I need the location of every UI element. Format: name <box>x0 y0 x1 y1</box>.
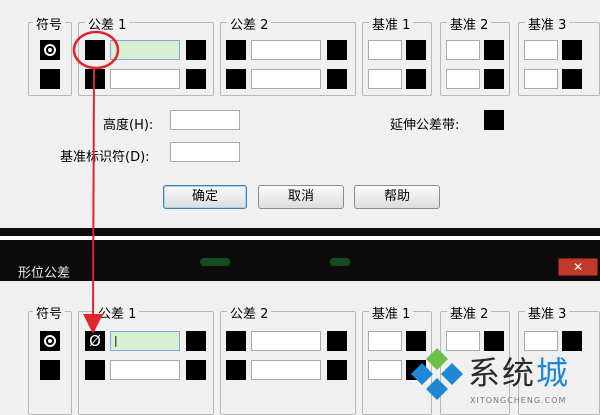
tolerance2-value-input-2[interactable] <box>251 360 321 380</box>
symbol-button-2[interactable] <box>40 360 60 380</box>
tolerance1-diameter-button-1[interactable] <box>85 40 105 60</box>
watermark: 系统城 XITONGCHENG.COM <box>400 340 600 415</box>
datum2-material-button-1[interactable] <box>484 40 504 60</box>
tolerance2-diameter-button-2[interactable] <box>226 360 246 380</box>
tolerance1-group-label: 公差 1 <box>95 303 140 322</box>
tolerance2-material-button-1[interactable] <box>327 331 347 351</box>
datum3-material-button-1[interactable] <box>562 40 582 60</box>
projected-zone-button[interactable] <box>484 110 504 130</box>
tolerance2-diameter-button-1[interactable] <box>226 331 246 351</box>
tolerance1-diameter-button-2[interactable] <box>85 69 105 89</box>
tolerance1-value-input-2[interactable] <box>110 69 180 89</box>
datum3-material-button-2[interactable] <box>562 69 582 89</box>
datum1-group-label: 基准 1 <box>369 303 414 322</box>
datum2-group-label: 基准 2 <box>447 303 492 322</box>
datum1-material-button-1[interactable] <box>406 40 426 60</box>
tolerance2-material-button-2[interactable] <box>327 360 347 380</box>
ok-button[interactable]: 确定 <box>163 185 247 209</box>
datum2-input-2[interactable] <box>446 69 480 89</box>
datum2-input-1[interactable] <box>446 40 480 60</box>
diamond-logo-icon <box>411 348 463 400</box>
symbol-button-1[interactable] <box>40 331 60 351</box>
tolerance1-value-input-1[interactable]: | <box>110 331 180 351</box>
close-icon[interactable]: ✕ <box>558 258 598 276</box>
tolerance1-material-button-1[interactable] <box>186 40 206 60</box>
projected-zone-label: 延伸公差带: <box>390 118 460 133</box>
window-title: 形位公差 <box>18 266 71 281</box>
height-label: 高度(H): <box>103 118 154 133</box>
datum1-material-button-2[interactable] <box>406 69 426 89</box>
datum-identifier-input[interactable] <box>170 142 240 162</box>
datum3-group-label: 基准 3 <box>525 303 570 322</box>
symbol-group-label: 符号 <box>33 303 66 322</box>
watermark-url: XITONGCHENG.COM <box>470 396 567 405</box>
concentricity-icon <box>44 335 56 347</box>
tolerance2-diameter-button-2[interactable] <box>226 69 246 89</box>
diameter-icon[interactable]: Ø <box>85 331 105 351</box>
datum1-input-1[interactable] <box>368 40 402 60</box>
datum1-input-1[interactable] <box>368 331 402 351</box>
tolerance1-diameter-button-2[interactable] <box>85 360 105 380</box>
tolerance2-diameter-button-1[interactable] <box>226 40 246 60</box>
tolerance2-value-input-1[interactable] <box>251 331 321 351</box>
tolerance2-material-button-2[interactable] <box>327 69 347 89</box>
tolerance1-material-button-1[interactable] <box>186 331 206 351</box>
datum3-input-1[interactable] <box>524 40 558 60</box>
tolerance1-material-button-2[interactable] <box>186 69 206 89</box>
symbol-group-label: 符号 <box>33 14 66 33</box>
tolerance1-material-button-2[interactable] <box>186 360 206 380</box>
gdt-dialog-top: 符号 公差 1 公差 2 基准 1 基准 2 基准 3 高度(H): 延伸公差带… <box>0 0 600 228</box>
datum3-input-2[interactable] <box>524 69 558 89</box>
help-button[interactable]: 帮助 <box>354 185 440 209</box>
concentricity-icon <box>44 44 56 56</box>
tolerance2-material-button-1[interactable] <box>327 40 347 60</box>
datum-identifier-label: 基准标识符(D): <box>60 150 150 165</box>
tolerance1-group-label: 公差 1 <box>85 14 130 33</box>
datum2-material-button-2[interactable] <box>484 69 504 89</box>
tolerance2-value-input-1[interactable] <box>251 40 321 60</box>
tolerance2-group-label: 公差 2 <box>227 14 272 33</box>
tolerance1-value-input-2[interactable] <box>110 360 180 380</box>
cancel-button[interactable]: 取消 <box>258 185 344 209</box>
symbol-button-2[interactable] <box>40 69 60 89</box>
tolerance2-value-input-2[interactable] <box>251 69 321 89</box>
watermark-text: 系统城 <box>468 354 571 392</box>
glow-decoration <box>200 258 230 266</box>
tolerance2-group-label: 公差 2 <box>227 303 272 322</box>
glow-decoration <box>330 258 350 266</box>
datum3-group-label: 基准 3 <box>525 14 570 33</box>
divider-strip <box>0 236 600 240</box>
datum1-input-2[interactable] <box>368 360 402 380</box>
symbol-button-1[interactable] <box>40 40 60 60</box>
window-titlebar: 形位公差 ✕ <box>0 228 600 281</box>
datum2-group-label: 基准 2 <box>447 14 492 33</box>
tolerance1-value-input-1[interactable] <box>110 40 180 60</box>
height-input[interactable] <box>170 110 240 130</box>
datum1-input-2[interactable] <box>368 69 402 89</box>
datum1-group-label: 基准 1 <box>369 14 414 33</box>
